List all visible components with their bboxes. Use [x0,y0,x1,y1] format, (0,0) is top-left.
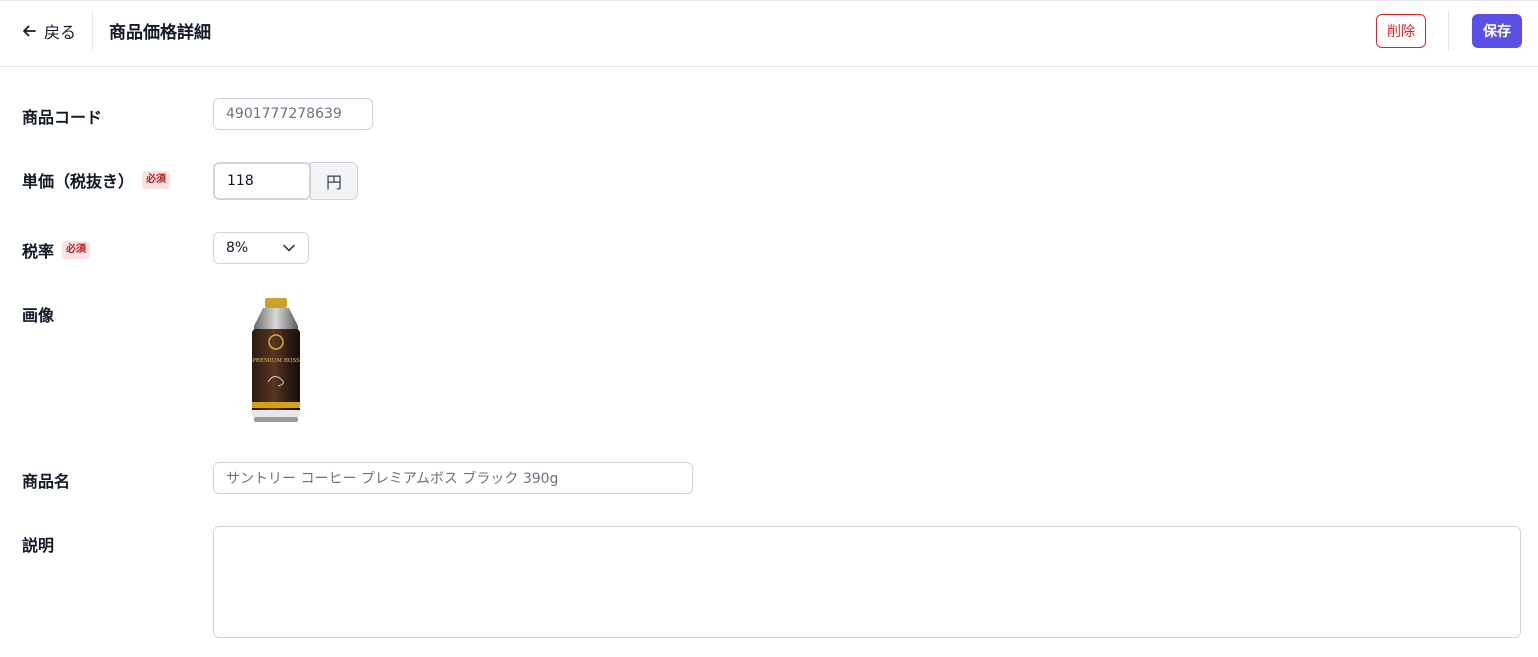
required-badge: 必須 [142,171,171,189]
divider [1448,11,1449,51]
back-button[interactable]: 戻る [22,19,76,43]
product-image: PREMIUM BOSS [252,298,300,422]
unit-price-label: 単価（税抜き） 必須 [22,168,171,192]
delete-button[interactable]: 削除 [1376,14,1426,48]
save-button[interactable]: 保存 [1472,14,1522,48]
product-code-label-text: 商品コード [22,108,103,127]
description-textarea[interactable] [213,526,1521,638]
product-name-label-text: 商品名 [22,472,71,491]
chevron-down-icon [283,244,295,252]
tax-rate-select[interactable]: 8% [213,232,309,264]
description-label-text: 説明 [22,536,55,555]
tax-rate-label-text: 税率 [22,242,55,261]
tax-rate-value: 8% [226,240,249,256]
tax-rate-label: 税率 必須 [22,238,91,262]
product-code-label: 商品コード [22,104,102,128]
required-badge: 必須 [62,241,91,259]
product-code-input[interactable]: 4901777278639 [213,98,373,130]
product-name-label: 商品名 [22,468,70,492]
back-label: 戻る [44,23,77,42]
product-image-brand: PREMIUM BOSS [252,358,300,364]
page-title: 商品価格詳細 [109,23,211,43]
image-label: 画像 [22,302,54,326]
unit-price-input[interactable]: 118 [213,162,311,200]
unit-price-label-text: 単価（税抜き） [22,172,135,191]
arrow-left-icon [23,25,36,37]
divider [92,11,93,51]
top-bar: 戻る 商品価格詳細 削除 保存 [0,0,1538,67]
product-name-input[interactable]: サントリー コーヒー プレミアムボス ブラック 390g [213,462,693,494]
image-label-text: 画像 [22,306,55,325]
currency-unit: 円 [310,162,358,200]
description-label: 説明 [22,532,54,556]
